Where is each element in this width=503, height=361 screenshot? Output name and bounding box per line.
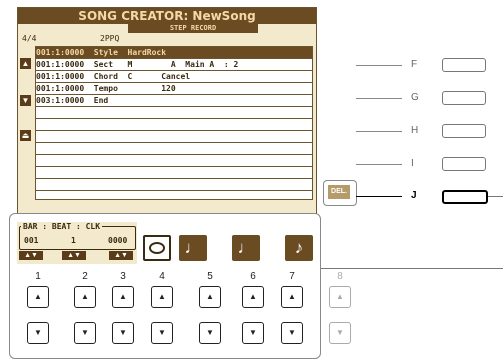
f-button[interactable] (442, 58, 486, 72)
knob-number-8: 8 (337, 271, 343, 282)
up-button-3[interactable]: ▲ (112, 286, 134, 308)
knob-number-5: 5 (207, 271, 213, 282)
whole-note-icon (149, 242, 165, 254)
empty-row (36, 107, 312, 119)
event-row[interactable]: 001:1:0000 Sect M A Main A : 2 (36, 59, 312, 71)
knob-number-7: 7 (289, 271, 295, 282)
knob-number-1: 1 (35, 271, 41, 282)
up-button-7[interactable]: ▲ (281, 286, 303, 308)
event-row[interactable]: 001:1:0000 Chord C Cancel (36, 71, 312, 83)
position-label: BAR : BEAT : CLK (21, 222, 103, 231)
h-button[interactable] (442, 124, 486, 138)
button-label-f: F (411, 59, 418, 70)
bar-updown-icon: ▲▼ (19, 251, 43, 260)
button-label-g: G (411, 92, 419, 103)
guide-line (356, 65, 402, 66)
event-list: 001:1:0000 Style HardRock 001:1:0000 Sec… (35, 46, 313, 200)
guide-line (356, 196, 402, 197)
event-row[interactable]: 001:1:0000 Tempo 120 (36, 83, 312, 95)
knob-number-4: 4 (159, 271, 165, 282)
empty-row (36, 179, 312, 191)
step-record-title: STEP RECORD (128, 24, 258, 33)
knob-number-6: 6 (250, 271, 256, 282)
beat-value: 1 (71, 236, 76, 245)
empty-row (36, 119, 312, 131)
scroll-up-button[interactable]: ▲ (20, 58, 31, 69)
empty-row (36, 131, 312, 143)
down-button-7[interactable]: ▼ (281, 322, 303, 344)
screen-title: SONG CREATOR: NewSong (18, 8, 316, 24)
down-button-4[interactable]: ▼ (151, 322, 173, 344)
event-row[interactable]: 001:1:0000 Style HardRock (36, 47, 312, 59)
button-label-i: I (411, 158, 414, 169)
button-label-h: H (411, 125, 419, 136)
down-button-3[interactable]: ▼ (112, 322, 134, 344)
callout-line (488, 196, 503, 197)
guide-line (356, 164, 402, 165)
lcd-screen: SONG CREATOR: NewSong STEP RECORD 4/4 2P… (17, 7, 317, 221)
up-button-2[interactable]: ▲ (74, 286, 96, 308)
up-button-5[interactable]: ▲ (199, 286, 221, 308)
guide-line (356, 131, 402, 132)
scroll-down-button[interactable]: ▼ (20, 95, 31, 106)
down-button-1[interactable]: ▼ (27, 322, 49, 344)
quarter-note-button[interactable]: ♩ (232, 235, 260, 261)
up-button-4[interactable]: ▲ (151, 286, 173, 308)
up-button-1[interactable]: ▲ (27, 286, 49, 308)
clk-updown-icon: ▲▼ (109, 251, 133, 260)
jump-top-button[interactable]: ⏏ (20, 130, 31, 141)
bar-value: 001 (24, 236, 39, 245)
empty-row (36, 167, 312, 179)
down-button-6[interactable]: ▼ (242, 322, 264, 344)
half-note-button[interactable]: ♩ (179, 235, 207, 261)
event-row[interactable]: 003:1:0000 End (36, 95, 312, 107)
down-button-2[interactable]: ▼ (74, 322, 96, 344)
callout-line (320, 268, 503, 269)
i-button[interactable] (442, 157, 486, 171)
beat-updown-icon: ▲▼ (62, 251, 86, 260)
time-signature: 4/4 (22, 34, 37, 43)
g-button[interactable] (442, 91, 486, 105)
up-button-6[interactable]: ▲ (242, 286, 264, 308)
up-button-8[interactable]: ▲ (329, 286, 351, 308)
empty-row (36, 143, 312, 155)
knob-number-3: 3 (120, 271, 126, 282)
eighth-note-button[interactable]: ♪ (285, 235, 313, 261)
whole-note-button[interactable] (143, 235, 171, 261)
empty-row (36, 155, 312, 167)
clk-value: 0000 (108, 236, 128, 245)
down-button-5[interactable]: ▼ (199, 322, 221, 344)
guide-line (356, 98, 402, 99)
knob-number-2: 2 (82, 271, 88, 282)
del-button[interactable]: DEL. (328, 185, 350, 199)
button-label-j: J (411, 190, 417, 201)
j-button[interactable] (442, 190, 488, 204)
ppq-value: 2PPQ (100, 34, 120, 43)
down-button-8[interactable]: ▼ (329, 322, 351, 344)
